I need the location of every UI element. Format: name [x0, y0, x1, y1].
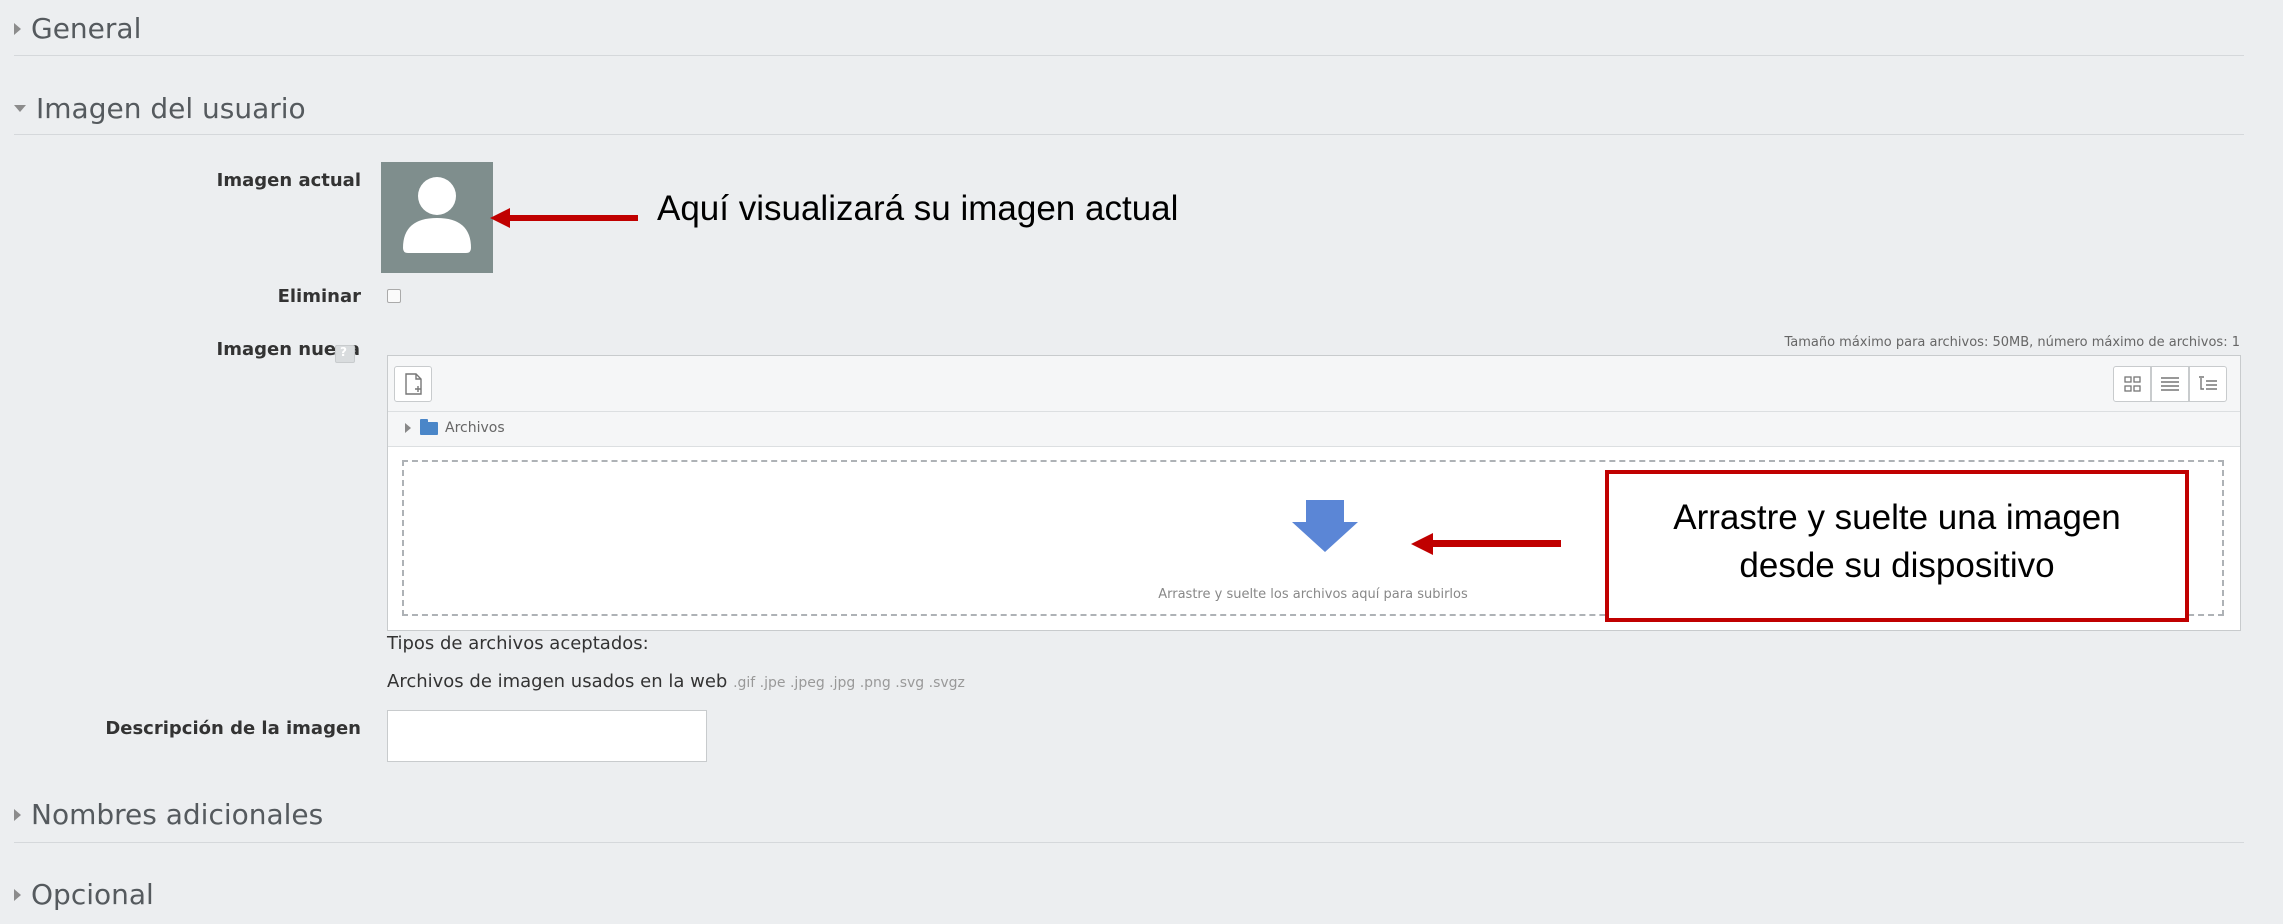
- folder-icon: [420, 419, 438, 435]
- section-title: Imagen del usuario: [36, 92, 306, 125]
- divider: [14, 134, 2244, 135]
- delete-label: Eliminar: [277, 286, 361, 307]
- accepted-types-heading: Tipos de archivos aceptados:: [387, 633, 649, 654]
- triangle-right-icon: [14, 22, 21, 35]
- drag-drop-callout: Arrastre y suelte una imagen desde su di…: [1605, 470, 2189, 622]
- drag-drop-note: Arrastre y suelte una imagen desde su di…: [1609, 494, 2185, 590]
- accepted-types-extensions: .gif .jpe .jpeg .jpg .png .svg .svgz: [733, 675, 965, 691]
- section-title: Opcional: [31, 878, 154, 911]
- view-tree-button[interactable]: [2189, 366, 2227, 402]
- view-list-button[interactable]: [2151, 366, 2189, 402]
- image-description-label: Descripción de la imagen: [105, 718, 361, 739]
- accepted-types-description: Archivos de imagen usados en la web: [387, 671, 728, 692]
- list-view-icon: [2161, 377, 2179, 391]
- grid-view-icon: [2124, 376, 2141, 392]
- add-file-button[interactable]: [394, 366, 432, 402]
- help-icon[interactable]: [335, 345, 355, 363]
- down-arrow-icon: [1292, 500, 1358, 552]
- tree-view-icon: [2199, 376, 2217, 390]
- current-image-label: Imagen actual: [216, 170, 361, 191]
- profile-form-panel: General Imagen del usuario Imagen actual…: [0, 0, 2283, 924]
- annotation-arrow-icon: [1411, 533, 1561, 555]
- file-picker-toolbar: [388, 356, 2240, 412]
- section-general[interactable]: General: [14, 12, 141, 45]
- view-icons-button[interactable]: [2113, 366, 2151, 402]
- add-file-icon: [405, 373, 422, 395]
- section-additional-names[interactable]: Nombres adicionales: [14, 798, 323, 831]
- triangle-down-icon: [14, 105, 26, 112]
- current-avatar: [381, 162, 493, 273]
- max-file-info: Tamaño máximo para archivos: 50MB, númer…: [1784, 335, 2240, 350]
- section-user-image[interactable]: Imagen del usuario: [14, 92, 306, 125]
- divider: [14, 842, 2244, 843]
- drag-note-line1: Arrastre y suelte una imagen: [1673, 498, 2121, 537]
- section-title: Nombres adicionales: [31, 798, 324, 831]
- delete-checkbox[interactable]: [387, 289, 401, 303]
- path-label: Archivos: [445, 420, 505, 436]
- file-picker-path[interactable]: Archivos: [388, 412, 2240, 447]
- triangle-right-icon: [405, 423, 411, 433]
- user-silhouette-icon: [403, 177, 471, 253]
- current-image-note: Aquí visualizará su imagen actual: [657, 189, 1179, 228]
- drag-note-line2: desde su dispositivo: [1739, 546, 2055, 585]
- image-description-input[interactable]: [387, 710, 707, 762]
- divider: [14, 55, 2244, 56]
- section-optional[interactable]: Opcional: [14, 878, 154, 911]
- triangle-right-icon: [14, 888, 21, 901]
- annotation-arrow-icon: [490, 208, 638, 228]
- section-title: General: [31, 12, 142, 45]
- accepted-types-line: Archivos de imagen usados en la web .gif…: [387, 671, 965, 692]
- triangle-right-icon: [14, 808, 21, 821]
